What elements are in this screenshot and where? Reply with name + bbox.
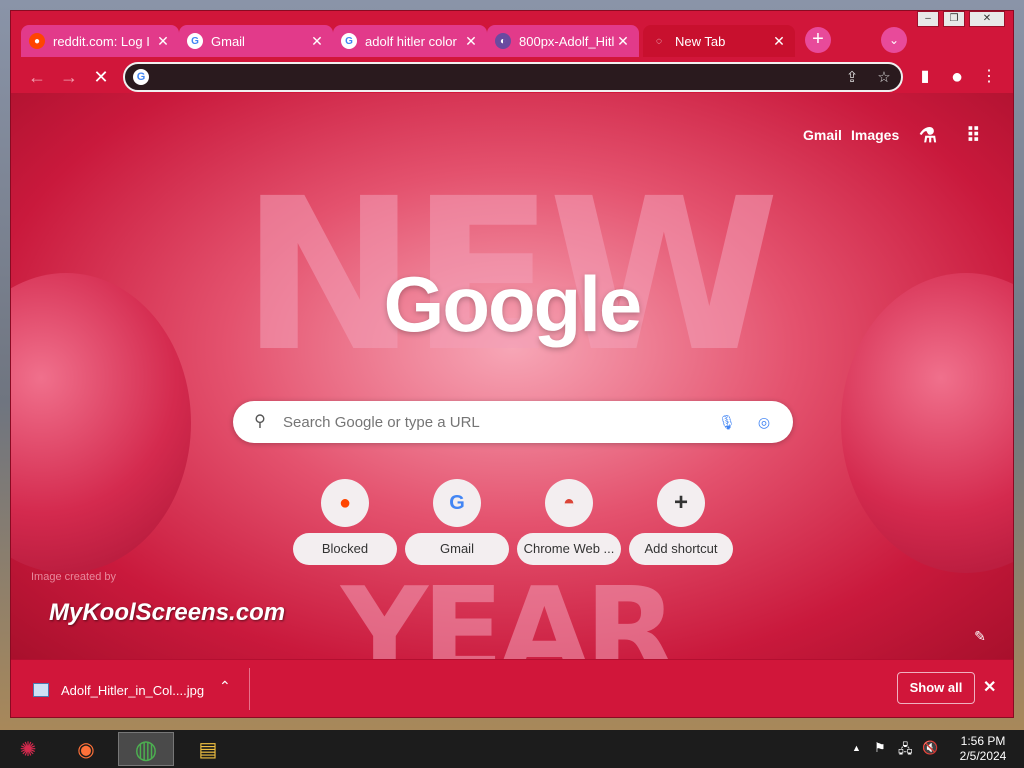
back-button[interactable]: ← bbox=[25, 65, 49, 89]
shortcut-blocked[interactable]: ● Blocked bbox=[293, 479, 397, 569]
microphone-icon[interactable]: 🎙 bbox=[717, 411, 737, 433]
shortcut-label: Chrome Web ... bbox=[517, 533, 621, 565]
flag-icon[interactable]: ⚑ bbox=[874, 740, 886, 756]
forward-button[interactable]: → bbox=[57, 65, 81, 89]
shortcut-add[interactable]: + Add shortcut bbox=[629, 479, 733, 569]
firefox-icon: ◉ bbox=[77, 738, 95, 761]
show-all-button[interactable]: Show all bbox=[897, 672, 975, 704]
tab-close-icon[interactable]: ✕ bbox=[309, 33, 325, 50]
customize-pencil-icon[interactable]: ✎ bbox=[969, 625, 991, 647]
clock-time: 1:56 PM bbox=[960, 734, 1006, 748]
firefox-icon[interactable]: ◉ bbox=[58, 732, 114, 766]
tab-title: 800px-Adolf_Hitl bbox=[519, 33, 615, 49]
bookmark-star-icon[interactable]: ☆ bbox=[873, 67, 895, 89]
google-icon: G bbox=[433, 479, 481, 527]
tab-strip: ● reddit.com: Log I ✕ G Gmail ✕ G adolf … bbox=[11, 11, 1013, 61]
search-box[interactable]: ⚲ 🎙 ◎ bbox=[233, 401, 793, 443]
image-file-icon bbox=[33, 683, 49, 697]
clock[interactable]: 1:56 PM 2/5/2024 bbox=[950, 734, 1016, 764]
newtab-icon: ◌ bbox=[656, 35, 662, 47]
file-explorer-icon[interactable]: ▤ bbox=[180, 732, 236, 766]
file-explorer-icon: ▤ bbox=[198, 738, 218, 761]
address-input[interactable] bbox=[157, 67, 837, 87]
background-credit[interactable]: Image created by bbox=[31, 571, 116, 583]
side-panel-icon[interactable]: ▮ bbox=[913, 65, 937, 89]
tab-reddit[interactable]: ● reddit.com: Log I ✕ bbox=[21, 25, 179, 57]
tab-close-icon[interactable]: ✕ bbox=[463, 33, 479, 50]
tab-close-icon[interactable]: ✕ bbox=[771, 33, 787, 50]
menu-icon[interactable]: ⋮ bbox=[977, 65, 1001, 89]
network-icon[interactable]: 🖧 bbox=[898, 740, 913, 762]
watermark: MyKoolScreens.com bbox=[49, 599, 286, 626]
google-icon: G bbox=[133, 69, 149, 85]
tab-gmail[interactable]: G Gmail ✕ bbox=[179, 25, 333, 57]
tab-image[interactable]: ◐ 800px-Adolf_Hitl ✕ bbox=[487, 25, 639, 57]
shortcut-chrome-web-store[interactable]: ◓ Chrome Web ... bbox=[517, 479, 621, 569]
browser-window: ● reddit.com: Log I ✕ G Gmail ✕ G adolf … bbox=[10, 10, 1014, 718]
clock-date: 2/5/2024 bbox=[959, 749, 1007, 763]
search-input[interactable] bbox=[283, 412, 703, 432]
ornament-app-icon: ✺ bbox=[19, 738, 37, 761]
labs-icon[interactable]: ⚗ bbox=[919, 123, 937, 148]
restore-button[interactable]: ❐ bbox=[943, 11, 965, 27]
images-link[interactable]: Images bbox=[851, 127, 899, 143]
shortcut-label: Blocked bbox=[293, 533, 397, 565]
chrome-icon[interactable]: ◍ bbox=[118, 732, 174, 766]
shortcut-label: Gmail bbox=[405, 533, 509, 565]
apps-grid-icon[interactable]: ⠿ bbox=[966, 123, 981, 148]
close-window-button[interactable]: ✕ bbox=[969, 11, 1005, 27]
lens-icon[interactable]: ◎ bbox=[753, 411, 775, 433]
profile-icon[interactable]: ● bbox=[945, 65, 969, 89]
background-letters-top: HAPPY bbox=[411, 93, 843, 112]
divider bbox=[249, 668, 250, 710]
gmail-link[interactable]: Gmail bbox=[803, 127, 842, 143]
chrome-icon: ◍ bbox=[134, 733, 158, 764]
stop-button[interactable]: ✕ bbox=[89, 65, 113, 89]
tab-title: Gmail bbox=[211, 33, 245, 49]
shortcut-glyph: G bbox=[449, 491, 465, 514]
tab-search[interactable]: G adolf hitler color ✕ bbox=[333, 25, 487, 57]
tab-search-button[interactable]: ⌄ bbox=[881, 27, 907, 53]
download-filename: Adolf_Hitler_in_Col....jpg bbox=[61, 682, 205, 698]
reddit-icon: ● bbox=[321, 479, 369, 527]
tab-close-icon[interactable]: ✕ bbox=[615, 33, 631, 50]
ornament-app-icon[interactable]: ✺ bbox=[0, 732, 56, 766]
image-favicon: ◐ bbox=[495, 33, 511, 49]
new-tab-page: HAPPY NEW YEAR Gmail Images ⚗ ⠿ Google ⚲… bbox=[11, 93, 1013, 659]
tab-new-tab[interactable]: ◌ New Tab ✕ bbox=[643, 25, 795, 57]
minimize-button[interactable]: – bbox=[917, 11, 939, 27]
search-icon: ⚲ bbox=[254, 413, 266, 430]
shortcut-glyph: ● bbox=[338, 491, 352, 514]
shortcut-gmail[interactable]: G Gmail bbox=[405, 479, 509, 569]
address-bar[interactable]: G ⇪ ☆ bbox=[123, 62, 903, 92]
tab-close-icon[interactable]: ✕ bbox=[155, 33, 171, 50]
shortcut-glyph: ◓ bbox=[562, 491, 576, 514]
shortcut-glyph: + bbox=[673, 489, 688, 516]
taskbar: ✺ ◉ ◍ ▤ ▲ ⚑ 🖧 🔇 1:56 PM 2/5/2024 bbox=[0, 730, 1024, 768]
reddit-icon: ● bbox=[29, 33, 45, 49]
tab-title: adolf hitler color bbox=[365, 33, 457, 49]
new-tab-button[interactable]: + bbox=[805, 27, 831, 53]
share-icon[interactable]: ⇪ bbox=[841, 67, 863, 89]
tray-up-icon[interactable]: ▲ bbox=[852, 743, 861, 753]
close-download-bar-icon[interactable]: ✕ bbox=[983, 677, 996, 697]
google-icon: G bbox=[187, 33, 203, 49]
toolbar: ← → ✕ G ⇪ ☆ ▮ ● ⋮ bbox=[11, 61, 1013, 93]
chevron-up-icon[interactable]: ⌃ bbox=[219, 678, 231, 695]
google-logo: Google bbox=[383, 260, 643, 348]
google-icon: G bbox=[341, 33, 357, 49]
download-bar: Adolf_Hitler_in_Col....jpg ⌃ Show all ✕ bbox=[11, 659, 1013, 717]
chrome-webstore-icon: ◓ bbox=[545, 479, 593, 527]
shortcut-label: Add shortcut bbox=[629, 533, 733, 565]
tab-title: New Tab bbox=[675, 33, 726, 49]
add-icon: + bbox=[657, 479, 705, 527]
volume-muted-icon[interactable]: 🔇 bbox=[922, 740, 938, 756]
download-item[interactable]: Adolf_Hitler_in_Col....jpg bbox=[33, 678, 204, 702]
tab-title: reddit.com: Log I bbox=[53, 33, 150, 49]
background-letters-year: YEAR bbox=[341, 563, 677, 659]
